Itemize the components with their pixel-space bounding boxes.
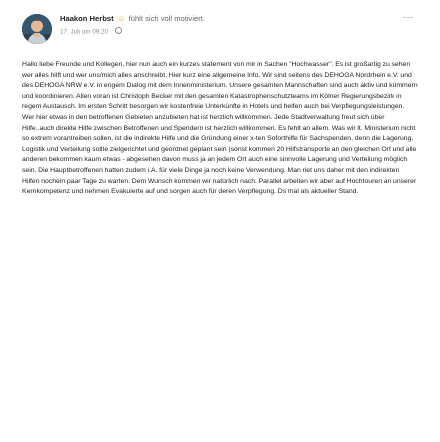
post-body: Hallo liebe Freunde und Kollegen, hier n… [22, 61, 418, 196]
post-meta: Haakon Herbst ☺ fühlt sich voll motivier… [60, 14, 403, 35]
more-options-button[interactable]: ··· [403, 13, 415, 23]
avatar-photo-icon [22, 14, 52, 44]
post-timestamp[interactable]: 17. Juli um 09:20 · [60, 28, 112, 35]
author-avatar[interactable] [22, 14, 52, 44]
globe-icon [114, 26, 122, 34]
author-name[interactable]: Haakon Herbst [60, 14, 114, 23]
timestamp-line: 17. Juli um 09:20 · [60, 26, 403, 36]
smile-icon: ☺ [117, 14, 126, 23]
facebook-post: Haakon Herbst ☺ fühlt sich voll motivier… [0, 0, 440, 442]
feeling-text: fühlt sich voll motiviert. [128, 14, 206, 23]
post-header: Haakon Herbst ☺ fühlt sich voll motivier… [22, 13, 420, 52]
author-line: Haakon Herbst ☺ fühlt sich voll motivier… [60, 15, 403, 23]
